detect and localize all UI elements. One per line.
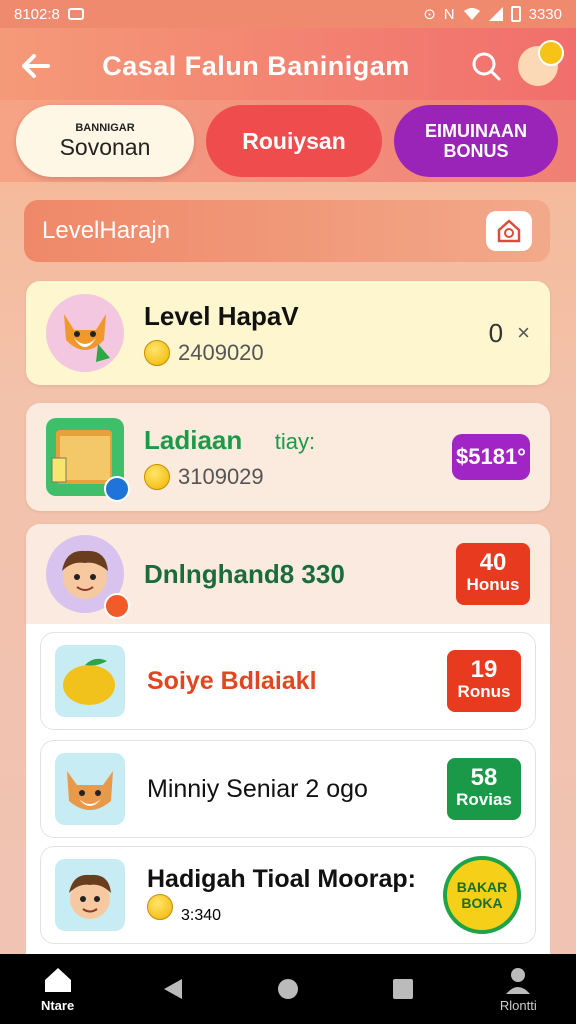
wifi-icon — [463, 8, 480, 20]
back-arrow-icon[interactable] — [16, 46, 56, 86]
fox-icon — [64, 314, 110, 362]
coin-amount: 2409020 — [178, 339, 264, 365]
item-name: Minniy Seniar 2 ogo — [147, 774, 368, 803]
list-item[interactable]: Ladiaan tiay: 3109029 $5181° — [26, 403, 550, 511]
bonus-stamp[interactable]: BAKAR BOKA — [443, 856, 521, 934]
item-tag: tiay: — [274, 428, 316, 454]
item-name: Soiye Bdlaiakl — [147, 666, 317, 695]
tab-label: EIMUINAAN BONUS — [425, 121, 527, 161]
coin-icon — [147, 894, 173, 920]
page-title: Casal Falun Baninigam — [102, 50, 410, 81]
coin-icon — [144, 463, 170, 490]
close-icon[interactable]: × — [517, 320, 530, 346]
bonus-number: 58 — [470, 764, 498, 791]
bottom-nav: Ntare Rlontti — [0, 954, 576, 1024]
bonus-badge[interactable]: 40 Honus — [456, 543, 530, 605]
tab-label: Rouiysan — [242, 127, 346, 154]
coin-amount: 3109029 — [178, 463, 264, 489]
item-count: 0 — [488, 317, 504, 348]
house-icon — [497, 219, 521, 243]
nav-profile-label: Rlontti — [499, 997, 537, 1013]
nav-recents[interactable] — [363, 978, 443, 1000]
list-item[interactable]: Level HapaV 2409020 0 × — [26, 281, 550, 385]
fire-badge-icon — [104, 593, 130, 619]
home-badge-button[interactable] — [486, 211, 532, 251]
section-header: LevelHarajn — [24, 200, 550, 262]
status-bar: 8102:8 ⊙ N 3330 — [0, 0, 576, 28]
tab-sub-label: BANNIGAR — [75, 121, 135, 134]
status-time: 8102:8 — [14, 5, 60, 23]
price-button[interactable]: $5181° — [452, 434, 530, 480]
coin-amount: 3:340 — [181, 907, 222, 924]
bonus-label: Rovias — [456, 790, 512, 809]
tab-sovonan[interactable]: BANNIGAR Sovonan — [16, 105, 194, 177]
list-item[interactable]: Soiye Bdlaiakl 19 Ronus — [40, 632, 536, 730]
profile-avatar-button[interactable] — [516, 40, 564, 88]
signal-icon — [488, 7, 503, 21]
mango-icon — [63, 658, 115, 705]
alarm-icon: ⊙ — [423, 6, 436, 23]
coin-icon — [538, 40, 564, 66]
battery-icon — [510, 6, 521, 22]
nfc-icon: N — [443, 5, 455, 23]
fox-avatar — [46, 294, 124, 372]
mango-thumbnail — [55, 645, 125, 717]
verified-badge-icon — [104, 476, 130, 502]
coin-icon — [144, 339, 170, 366]
back-triangle-icon — [163, 979, 182, 999]
app-bar: Casal Falun Baninigam — [0, 28, 576, 104]
tab-bar: BANNIGAR Sovonan Rouiysan EIMUINAAN BONU… — [0, 100, 576, 182]
item-name: Ladiaan — [144, 424, 243, 455]
bonus-label: Honus — [466, 575, 520, 594]
tab-bonus[interactable]: EIMUINAAN BONUS — [394, 105, 558, 177]
bonus-label: Ronus — [457, 682, 511, 701]
item-name: Dnlnghand8 330 — [144, 558, 345, 589]
tab-label: Sovonan — [59, 133, 151, 160]
search-icon — [472, 52, 501, 81]
boy-face-icon — [69, 874, 111, 919]
boy-thumbnail — [55, 859, 125, 931]
notification-icon — [67, 8, 84, 20]
cat-icon — [67, 771, 113, 810]
nav-home-circle[interactable] — [248, 977, 328, 1001]
circle-icon — [277, 979, 298, 999]
person-icon — [506, 967, 531, 994]
boy-avatar — [46, 535, 130, 619]
nav-home[interactable]: Ntare — [18, 966, 98, 1013]
nav-back[interactable] — [133, 977, 213, 1001]
list-item[interactable]: Minniy Seniar 2 ogo 58 Rovias — [40, 740, 536, 838]
bonus-badge[interactable]: 19 Ronus — [447, 650, 521, 712]
square-icon — [393, 979, 414, 999]
nav-home-label: Ntare — [40, 997, 75, 1013]
list-item[interactable]: Hadigah Tioal Moorap: 3:340 BAKAR BOKA — [40, 846, 536, 944]
bonus-badge[interactable]: 58 Rovias — [447, 758, 521, 820]
section-title: LevelHarajn — [42, 217, 171, 244]
avatar — [518, 40, 564, 86]
tab-rouiysan[interactable]: Rouiysan — [206, 105, 382, 177]
item-name: Level HapaV — [144, 300, 299, 331]
cat-thumbnail — [55, 753, 125, 825]
nav-profile[interactable]: Rlontti — [478, 966, 558, 1013]
bonus-number: 19 — [470, 656, 498, 683]
bonus-number: 40 — [479, 549, 507, 576]
game-thumbnail — [46, 418, 130, 502]
search-button[interactable] — [464, 44, 508, 88]
list-item[interactable]: Dnlnghand8 330 40 Honus — [26, 524, 550, 624]
home-icon — [44, 967, 71, 992]
status-right-time: 3330 — [528, 5, 562, 23]
item-name: Hadigah Tioal Moorap: — [147, 865, 416, 893]
